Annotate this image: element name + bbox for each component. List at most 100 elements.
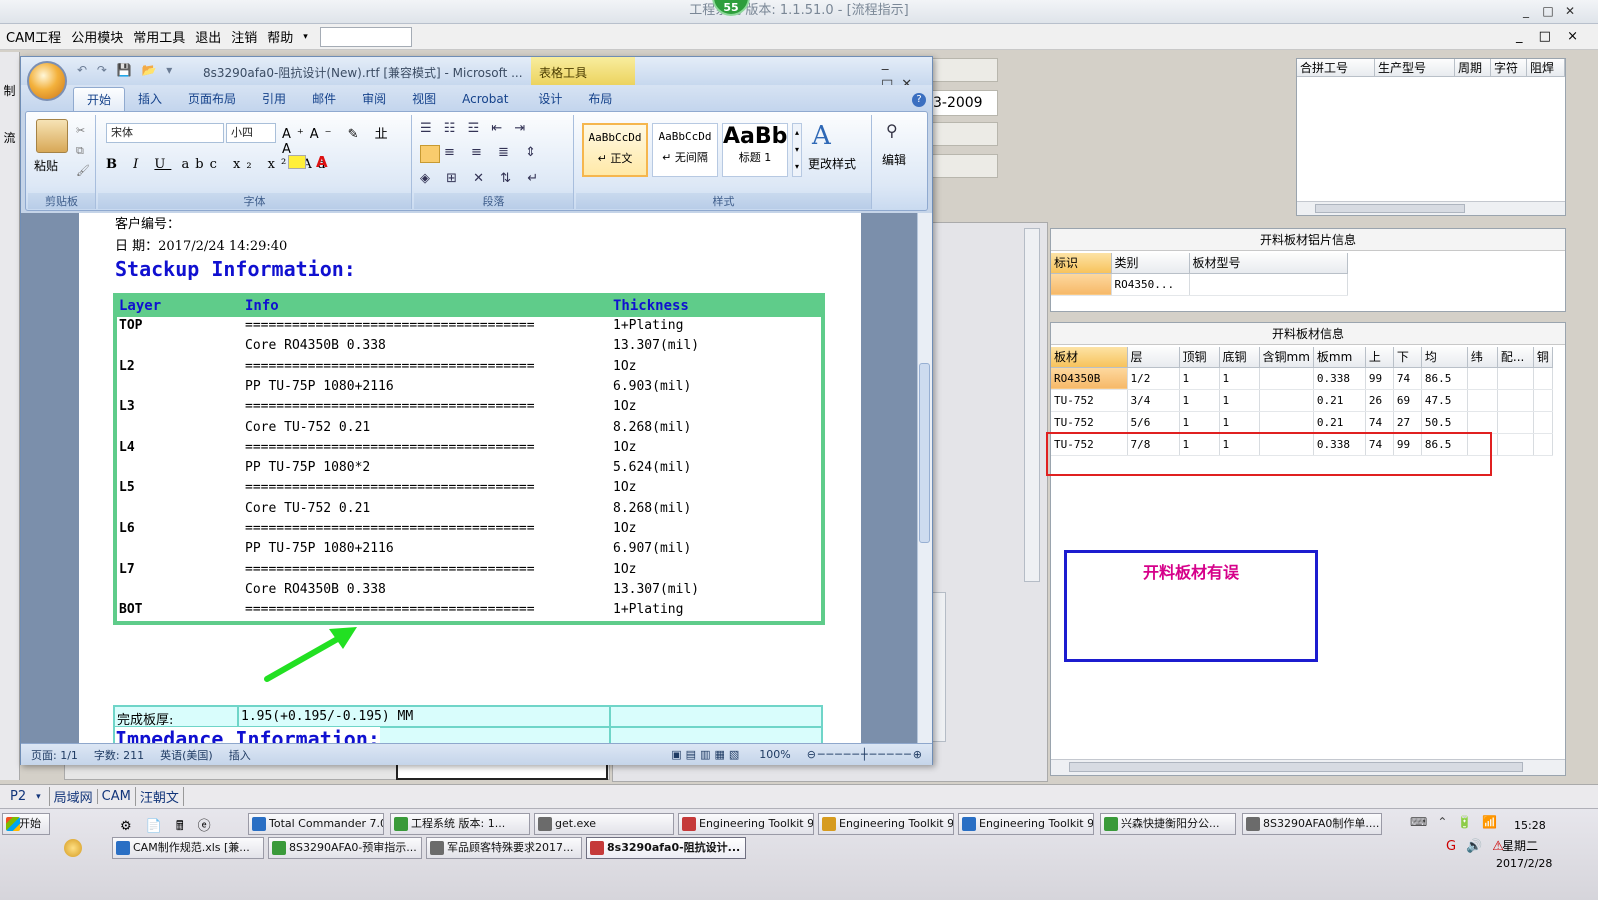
table-cell[interactable]: 74 (1365, 411, 1394, 434)
zoom-slider[interactable]: ⊖─────┼─────⊕ (807, 748, 924, 761)
taskbar-button[interactable]: 军品顾客特殊要求2017... (426, 837, 582, 859)
paste-icon[interactable] (36, 119, 68, 153)
taskbar-button[interactable]: Engineering Toolkit 9.... (818, 813, 954, 835)
paste-button[interactable]: 粘贴 (34, 157, 58, 174)
tab-layout[interactable]: 布局 (575, 87, 625, 111)
table-cell[interactable] (1497, 367, 1534, 390)
start-button[interactable]: 开始 (2, 813, 50, 835)
context-tab-table-tools[interactable]: 表格工具 (531, 57, 635, 85)
material-header-cell[interactable]: 含铜mm (1259, 347, 1314, 368)
merge-table[interactable]: 合拼工号 生产型号 周期 字符 阻焊 (1296, 58, 1566, 216)
font-name-select[interactable]: 宋体 (106, 123, 224, 143)
horizontal-scrollbar[interactable] (1051, 759, 1565, 775)
align-icons[interactable]: ≡ ≡ ≣ ⇕ (444, 145, 542, 160)
mdi-controls[interactable]: _ □ × (1516, 29, 1584, 44)
table-cell[interactable]: 69 (1393, 389, 1422, 412)
taskbar-button[interactable]: 8S3290AFA0制作单.... (1242, 813, 1382, 835)
taskbar-button[interactable]: 兴森快捷衡阳分公... (1100, 813, 1236, 835)
table-cell[interactable] (1533, 411, 1553, 434)
table-cell[interactable]: 1/2 (1127, 367, 1180, 390)
table-cell[interactable] (1259, 389, 1314, 412)
status-page[interactable]: 页面: 1/1 (31, 747, 78, 763)
table-cell[interactable]: 1 (1219, 367, 1260, 390)
style-no-spacing[interactable]: AaBbCcDd ↵ 无间隔 (652, 123, 718, 177)
table-cell[interactable] (1259, 367, 1314, 390)
table-cell[interactable]: 0.21 (1313, 389, 1366, 412)
header-cycle[interactable]: 周期 (1455, 59, 1491, 77)
table-cell[interactable]: 0.21 (1313, 411, 1366, 434)
menu-help[interactable]: 帮助 (267, 27, 293, 46)
status-insert-mode[interactable]: 插入 (229, 747, 251, 763)
table-cell[interactable] (1467, 411, 1498, 434)
table-cell[interactable]: 1 (1179, 367, 1220, 390)
scroll-thumb[interactable] (919, 363, 930, 543)
quick-cam[interactable]: CAM (96, 789, 135, 804)
highlight-icon[interactable] (288, 155, 306, 169)
quick-p2[interactable]: P2 (0, 789, 36, 804)
clock-weekday[interactable]: 星期二 (1502, 837, 1538, 854)
table-cell[interactable] (1467, 367, 1498, 390)
clock-date[interactable]: 2017/2/28 (1496, 857, 1552, 870)
vertical-scrollbar[interactable] (932, 592, 946, 742)
table-cell[interactable] (1533, 433, 1553, 456)
quick-launch-icons[interactable]: ⚙📄🖩ⓔ (120, 815, 225, 839)
menu-logout[interactable]: 注销 (231, 27, 257, 46)
table-cell[interactable]: 50.5 (1421, 411, 1468, 434)
view-mode-icons[interactable]: ▣▤▥▦▧ (671, 748, 743, 761)
header-product-model[interactable]: 生产型号 (1375, 59, 1455, 77)
close-icon[interactable]: ✕ (1562, 4, 1578, 18)
style-heading-1[interactable]: AaBb 标题 1 (722, 123, 788, 177)
edit-button[interactable]: 编辑 (882, 151, 906, 168)
minimize-icon[interactable]: _ (1518, 4, 1534, 18)
material-header-cell[interactable]: 下 (1393, 347, 1422, 368)
menu-common-module[interactable]: 公用模块 (71, 27, 123, 46)
table-cell[interactable] (1533, 389, 1553, 412)
table-cell[interactable]: 0.338 (1313, 367, 1366, 390)
year-field[interactable]: 3-2009 (930, 90, 998, 116)
tab-review[interactable]: 审阅 (349, 87, 399, 111)
chevron-down-icon[interactable]: ▾ (36, 792, 41, 802)
material-header-cell[interactable]: 配... (1497, 347, 1534, 368)
tab-references[interactable]: 引用 (249, 87, 299, 111)
taskbar-button[interactable]: Engineering Toolkit 9.... (958, 813, 1094, 835)
table-cell[interactable]: TU-752 (1051, 389, 1128, 412)
table-cell[interactable]: 5/6 (1127, 411, 1180, 434)
horizontal-scrollbar[interactable] (1297, 201, 1565, 215)
document-page[interactable]: 客户编号： 日 期：2017/2/24 14:29:40 Stackup Inf… (79, 213, 861, 743)
table-cell[interactable]: 27 (1393, 411, 1422, 434)
table-cell[interactable]: 47.5 (1421, 389, 1468, 412)
font-color-icon[interactable]: A (316, 153, 328, 171)
table-cell[interactable] (1259, 411, 1314, 434)
table-cell[interactable]: 86.5 (1421, 367, 1468, 390)
tray-icons[interactable]: ⌨⌃🔋📶 (1410, 815, 1507, 829)
table-cell[interactable] (1051, 273, 1112, 296)
tab-mailings[interactable]: 邮件 (299, 87, 349, 111)
taskbar-button[interactable]: Engineering Toolkit 9.... (678, 813, 814, 835)
side-tab-flow[interactable]: 流 (0, 129, 19, 146)
table-row[interactable]: RO4350... (1051, 273, 1348, 296)
field-box[interactable] (930, 122, 998, 146)
table-cell[interactable]: 74 (1393, 367, 1422, 390)
app-tray-icon[interactable] (64, 839, 82, 857)
align-left-icon[interactable] (420, 145, 440, 163)
cut-copy-format-icons[interactable]: ✂ ⧉ 🖌 (76, 121, 90, 181)
binoculars-icon[interactable]: ⚲ (886, 121, 898, 140)
document-vertical-scrollbar[interactable] (917, 213, 932, 743)
table-cell[interactable] (1467, 389, 1498, 412)
material-header-cell[interactable]: 层 (1127, 347, 1180, 368)
font-size-select[interactable]: 小四 (226, 123, 276, 143)
change-styles-button[interactable]: 更改样式 (808, 155, 856, 172)
table-cell[interactable]: 1 (1219, 389, 1260, 412)
material-header-cell[interactable]: 顶铜 (1179, 347, 1220, 368)
taskbar-button[interactable]: CAM制作规范.xls [兼... (112, 837, 264, 859)
header-mark[interactable]: 标识 (1051, 253, 1112, 274)
taskbar-button[interactable]: Total Commander 7.0... (248, 813, 384, 835)
clock-time[interactable]: 15:28 (1514, 819, 1546, 832)
table-cell[interactable]: 3/4 (1127, 389, 1180, 412)
word-window[interactable]: ↶ ↷ 💾 📂 ▾ 8s3290afa0-阻抗设计(New).rtf [兼容模式… (20, 56, 933, 765)
vertical-scrollbar[interactable] (1024, 228, 1040, 582)
tab-design[interactable]: 设计 (525, 87, 575, 111)
table-cell[interactable] (1497, 411, 1534, 434)
taskbar-button[interactable]: get.exe (534, 813, 674, 835)
style-normal[interactable]: AaBbCcDd ↵ 正文 (582, 123, 648, 177)
